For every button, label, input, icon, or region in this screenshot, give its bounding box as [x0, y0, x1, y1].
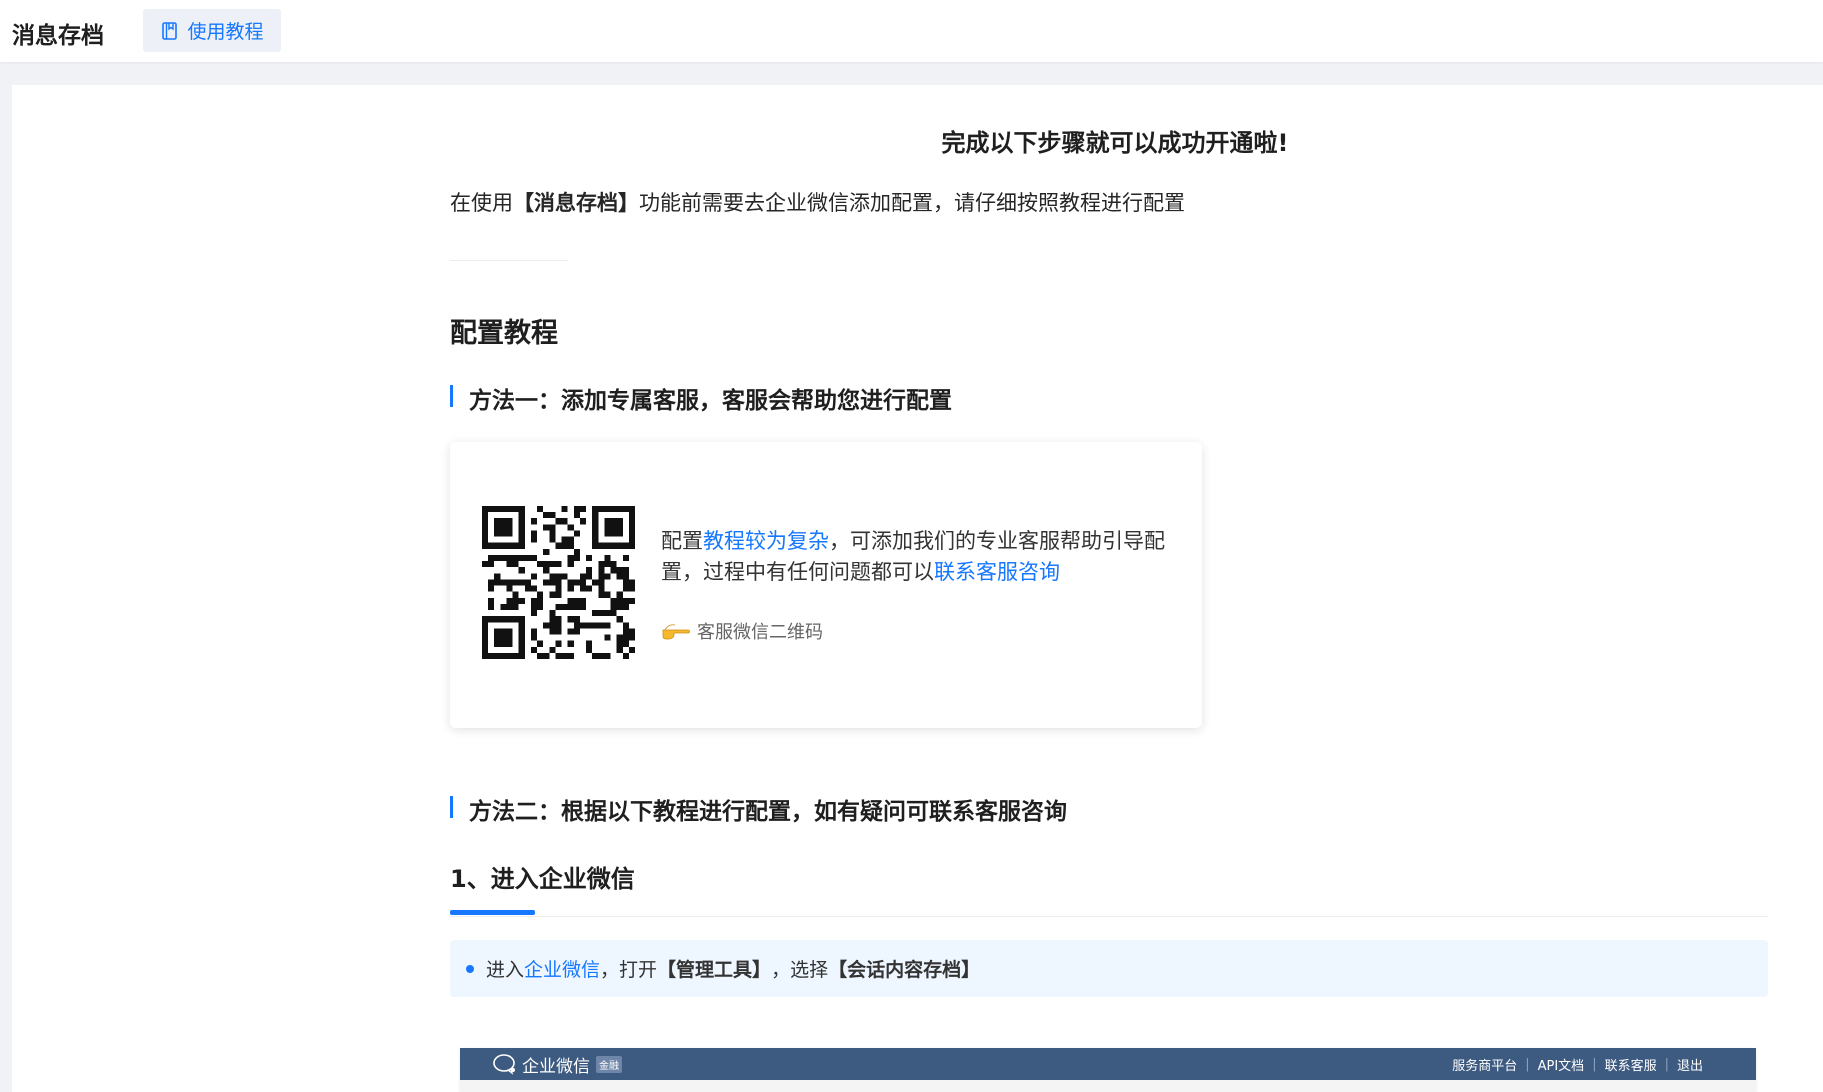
- book-icon: [162, 21, 178, 40]
- tip-prefix: 进入: [486, 959, 525, 981]
- tip-box: 进入 企业微信 ，打开 【管理工具】 ，选择 【会话内容存档】: [450, 940, 1768, 997]
- complex-tutorial-link[interactable]: 教程较为复杂: [703, 529, 829, 553]
- wecom-nav-links: 服务商平台 | API文档 | 联系客服 | 退出: [1452, 1048, 1703, 1080]
- qr-hint: 客服微信二维码: [661, 618, 823, 644]
- tip-mid2: ，选择: [771, 959, 829, 981]
- bullet-dot: [466, 964, 474, 973]
- wecom-link-logout: 退出: [1676, 1058, 1703, 1074]
- wecom-logo-text: 企业微信: [522, 1056, 590, 1077]
- contact-support-link[interactable]: 联系客服咨询: [934, 560, 1060, 584]
- tip-bold-tools: 【管理工具】: [657, 959, 772, 981]
- wecom-link-provider: 服务商平台: [1452, 1058, 1518, 1074]
- intro-text: 在使用【消息存档】功能前需要去企业微信添加配置，请仔细按照教程进行配置: [450, 187, 1185, 217]
- chat-bubble-icon: [493, 1054, 515, 1075]
- method1-title: 方法一：添加专属客服，客服会帮助您进行配置: [450, 381, 952, 415]
- wecom-link-api: API文档: [1537, 1058, 1585, 1074]
- intro-bold: 【消息存档】: [513, 191, 639, 215]
- tip-mid: ，打开: [600, 959, 658, 981]
- intro-suffix: 功能前需要去企业微信添加配置，请仔细按照教程进行配置: [639, 191, 1185, 215]
- active-tab-indicator: [450, 910, 535, 915]
- qr-hint-label: 客服微信二维码: [697, 622, 823, 643]
- wecom-badge: 金融: [596, 1055, 622, 1073]
- wecom-link[interactable]: 企业微信: [524, 955, 600, 982]
- wecom-screenshot: 企业微信 金融 服务商平台 | API文档 | 联系客服 | 退出: [460, 1048, 1756, 1092]
- tab-divider: [450, 916, 1768, 917]
- headline: 完成以下步骤就可以成功开通啦!: [941, 129, 1289, 157]
- tip-bold-archive: 【会话内容存档】: [828, 959, 981, 981]
- main-content: 完成以下步骤就可以成功开通啦! 在使用【消息存档】功能前需要去企业微信添加配置，…: [12, 85, 1823, 1092]
- separator: |: [1664, 1056, 1669, 1072]
- wecom-link-support: 联系客服: [1604, 1058, 1657, 1074]
- qr-text-prefix: 配置: [661, 529, 703, 553]
- pointing-hand-icon: [662, 624, 690, 640]
- tutorial-tab-label: 使用教程: [187, 21, 264, 43]
- page-title: 消息存档: [12, 23, 104, 49]
- step1-title[interactable]: 1、进入企业微信: [450, 859, 635, 894]
- wecom-logo: 企业微信 金融: [492, 1052, 622, 1077]
- method2-title: 方法二：根据以下教程进行配置，如有疑问可联系客服咨询: [450, 792, 1067, 826]
- intro-prefix: 在使用: [450, 191, 513, 215]
- qr-card-text: 配置教程较为复杂，可添加我们的专业客服帮助引导配置，过程中有任何问题都可以联系客…: [661, 526, 1171, 588]
- qr-card: 配置教程较为复杂，可添加我们的专业客服帮助引导配置，过程中有任何问题都可以联系客…: [450, 442, 1202, 728]
- separator: |: [1592, 1056, 1597, 1072]
- top-bar: 消息存档 使用教程: [0, 0, 1823, 62]
- separator: |: [1525, 1056, 1530, 1072]
- wecom-header-bar: 企业微信 金融 服务商平台 | API文档 | 联系客服 | 退出: [460, 1048, 1756, 1080]
- divider: [450, 260, 568, 261]
- tutorial-tab[interactable]: 使用教程: [143, 9, 281, 52]
- qr-code: [482, 506, 635, 659]
- config-heading: 配置教程: [450, 318, 558, 349]
